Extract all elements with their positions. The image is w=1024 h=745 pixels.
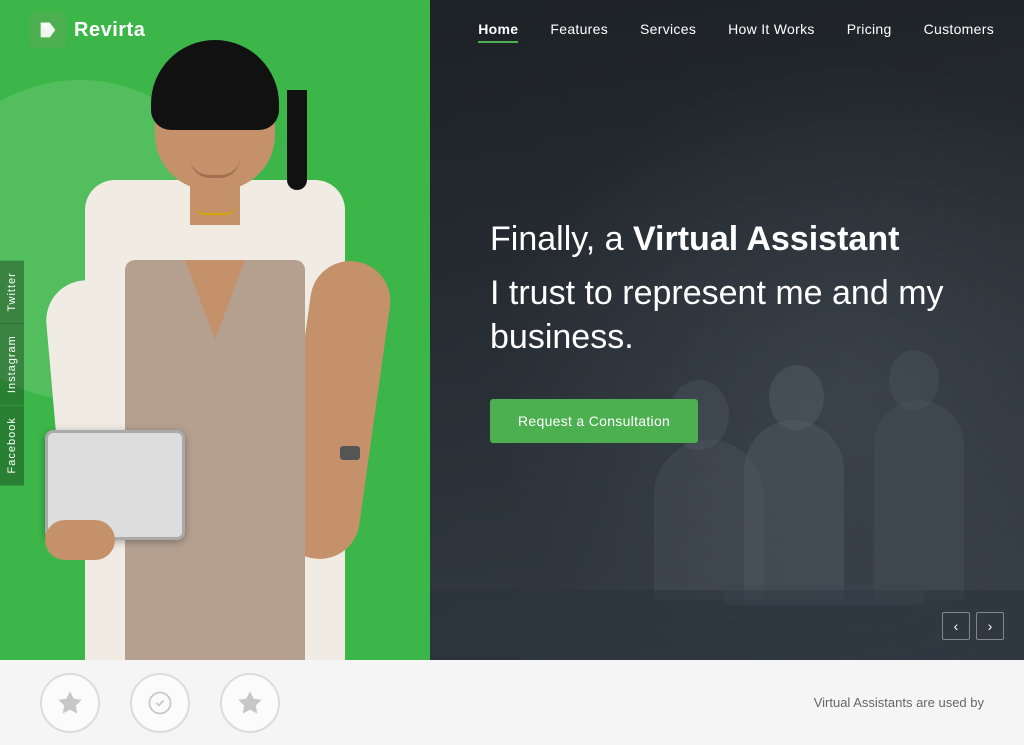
nav-links: Home Features Services How It Works Pric… [478,21,994,39]
hero-left-panel [0,0,430,660]
headline-text1: Finally, a [490,220,633,258]
social-instagram[interactable]: Instagram [0,323,24,405]
nav-item-features[interactable]: Features [550,21,608,39]
navbar: Revirta Home Features Services How It Wo… [0,0,1024,60]
trust-badge-2 [130,673,190,733]
cta-button[interactable]: Request a Consultation [490,399,698,443]
nav-link-pricing[interactable]: Pricing [847,21,892,41]
nav-item-home[interactable]: Home [478,21,518,39]
trust-badge-1 [40,673,100,733]
hero-subtext: I trust to represent me and my business. [490,271,974,359]
hero-content: Finally, a Virtual Assistant I trust to … [490,217,974,444]
slider-next-button[interactable]: › [976,612,1004,640]
nav-item-pricing[interactable]: Pricing [847,21,892,39]
trust-bar: Virtual Assistants are used by [0,660,1024,745]
social-facebook[interactable]: Facebook [0,405,24,485]
nav-item-how-it-works[interactable]: How It Works [728,21,815,39]
nav-item-services[interactable]: Services [640,21,696,39]
social-twitter[interactable]: Twitter [0,260,24,323]
trust-badges [40,673,280,733]
logo[interactable]: Revirta [30,12,145,48]
hero-section: Finally, a Virtual Assistant I trust to … [0,0,1024,660]
slider-prev-button[interactable]: ‹ [942,612,970,640]
hero-right-panel: Finally, a Virtual Assistant I trust to … [430,0,1024,660]
logo-icon [30,12,66,48]
subtext-line1: I trust to represent me and my [490,274,944,312]
brand-name: Revirta [74,19,145,42]
hero-person [0,0,430,660]
nav-link-features[interactable]: Features [550,21,608,41]
hero-headline: Finally, a Virtual Assistant [490,217,974,261]
social-links: Twitter Instagram Facebook [0,260,24,486]
subtext-line2: business. [490,318,634,356]
nav-link-home[interactable]: Home [478,21,518,41]
nav-link-customers[interactable]: Customers [924,21,994,41]
slider-controls: ‹ › [942,612,1004,640]
nav-item-customers[interactable]: Customers [924,21,994,39]
nav-link-services[interactable]: Services [640,21,696,41]
trust-text: Virtual Assistants are used by [814,695,984,710]
nav-link-how-it-works[interactable]: How It Works [728,21,815,41]
trust-badge-3 [220,673,280,733]
headline-bold: Virtual Assistant [633,220,899,258]
